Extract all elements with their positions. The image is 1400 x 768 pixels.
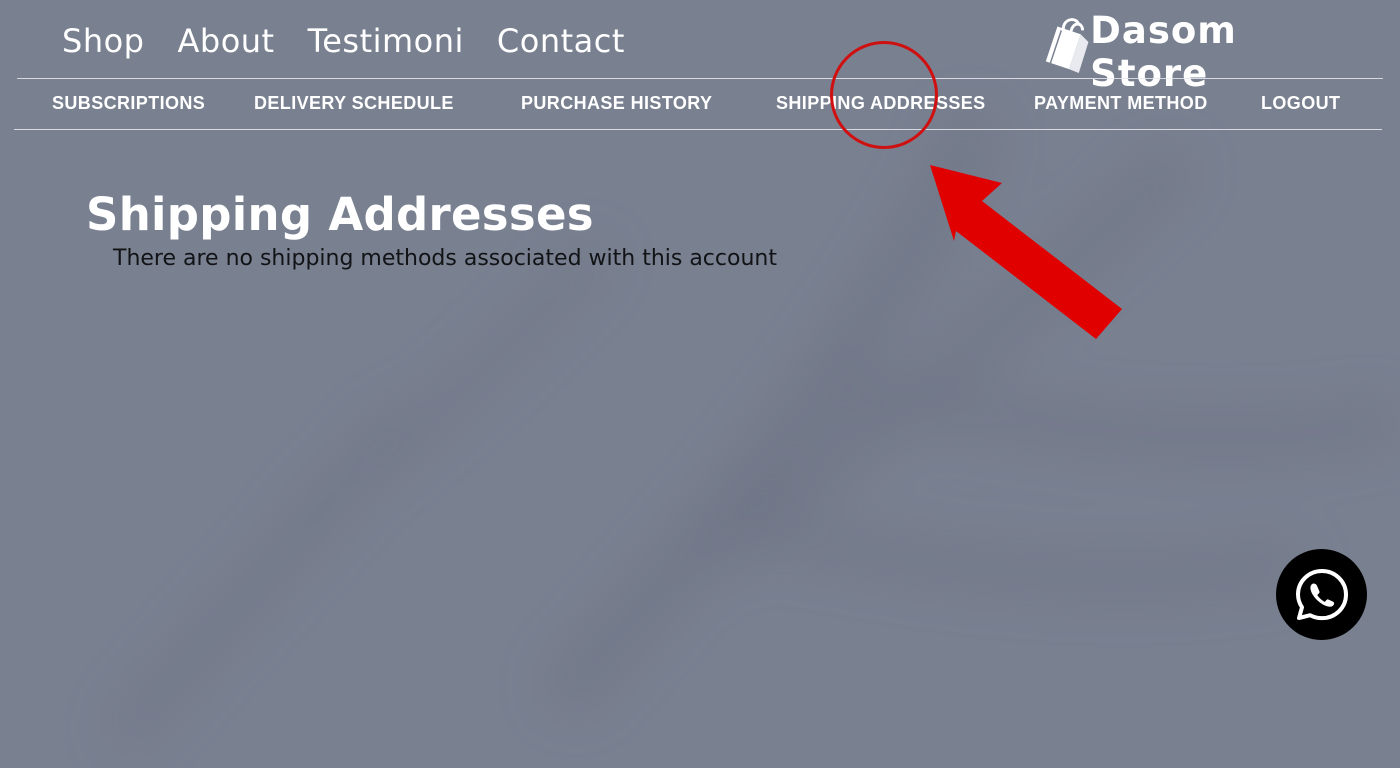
nav-link-testimoni[interactable]: Testimoni	[308, 22, 464, 60]
shopping-bag-icon	[1045, 18, 1089, 74]
account-tab-delivery-schedule[interactable]: DELIVERY SCHEDULE	[254, 93, 454, 114]
account-tab-payment-method[interactable]: PAYMENT METHOD	[1034, 93, 1208, 114]
nav-divider-top	[17, 78, 1383, 79]
nav-divider-bottom	[14, 129, 1382, 130]
top-navigation: Shop About Testimoni Contact	[62, 18, 625, 64]
account-tab-shipping-addresses[interactable]: SHIPPING ADDRESSES	[776, 93, 986, 114]
brand-name: Dasom Store	[1090, 9, 1237, 95]
nav-link-about[interactable]: About	[177, 22, 274, 60]
whatsapp-chat-button[interactable]	[1276, 549, 1367, 640]
nav-link-shop[interactable]: Shop	[62, 22, 144, 60]
whatsapp-icon	[1295, 568, 1348, 620]
page-title: Shipping Addresses	[86, 188, 594, 241]
account-tab-subscriptions[interactable]: SUBSCRIPTIONS	[52, 93, 205, 114]
brand-logo[interactable]: Dasom Store	[1040, 9, 1360, 95]
nav-link-contact[interactable]: Contact	[497, 22, 625, 60]
account-tab-logout[interactable]: LOGOUT	[1261, 93, 1340, 114]
account-tab-purchase-history[interactable]: PURCHASE HISTORY	[521, 93, 712, 114]
annotation-arrow	[930, 165, 1122, 339]
empty-state-message: There are no shipping methods associated…	[113, 246, 777, 271]
background-leaf-shadows	[110, 111, 1400, 749]
